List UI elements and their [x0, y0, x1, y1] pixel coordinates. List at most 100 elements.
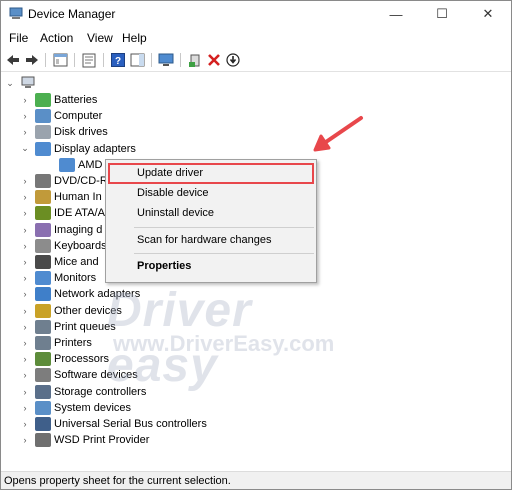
tree-item-label: Monitors — [54, 272, 97, 285]
tree-item[interactable]: › IDE ATA/A — [19, 205, 105, 221]
show-hide-tree-button[interactable] — [51, 51, 69, 69]
svg-text:?: ? — [115, 56, 121, 67]
tree-item[interactable]: › Disk drives — [19, 124, 108, 140]
chevron-right-icon[interactable]: › — [19, 335, 31, 351]
tree-item[interactable]: › Printers — [19, 335, 92, 351]
disable-button[interactable] — [224, 51, 242, 69]
help-button[interactable]: ? — [109, 51, 127, 69]
device-category-icon — [35, 255, 51, 269]
toolbar: ? — [1, 48, 511, 72]
device-category-icon — [35, 400, 51, 415]
ctx-separator — [134, 227, 314, 228]
menu-file[interactable]: File — [9, 31, 28, 45]
menu-help[interactable]: Help — [122, 31, 147, 45]
menu-bar: File Action View Help — [1, 28, 511, 48]
tree-item-label: Batteries — [54, 94, 98, 106]
chevron-right-icon[interactable]: › — [19, 108, 31, 124]
ctx-uninstall-device[interactable]: Uninstall device — [137, 207, 214, 219]
tree-item[interactable]: › Keyboards — [19, 238, 107, 254]
tree-item[interactable]: › Network adapters — [19, 286, 140, 302]
back-icon — [7, 55, 19, 65]
close-button[interactable]: ✕ — [465, 1, 511, 27]
tree-item[interactable]: › DVD/CD-R — [19, 173, 108, 189]
menu-action[interactable]: Action — [40, 31, 73, 45]
tree-item-label: Universal Serial Bus controllers — [54, 418, 207, 430]
chevron-down-icon[interactable]: ⌄ — [4, 75, 16, 91]
tree-root[interactable]: ⌄ — [4, 75, 36, 91]
tree-item[interactable]: › Mice and — [19, 254, 99, 270]
tree-item[interactable]: › Print queues — [19, 319, 116, 335]
chevron-right-icon[interactable]: › — [19, 367, 31, 383]
chevron-right-icon[interactable]: › — [19, 238, 31, 254]
uninstall-button[interactable] — [205, 51, 223, 69]
monitor-icon — [158, 53, 174, 66]
maximize-button[interactable]: ☐ — [419, 1, 465, 27]
scan-monitor-button[interactable] — [157, 51, 175, 69]
tree-item[interactable]: › Other devices — [19, 303, 122, 319]
window-title: Device Manager — [28, 7, 116, 21]
properties-button[interactable] — [80, 51, 98, 69]
tree-item[interactable]: › Universal Serial Bus controllers — [19, 416, 207, 432]
tree-item-label: Network adapters — [54, 288, 141, 301]
ctx-scan-hardware[interactable]: Scan for hardware changes — [137, 234, 272, 246]
chevron-right-icon[interactable]: › — [19, 384, 31, 400]
chevron-right-icon[interactable]: › — [19, 270, 31, 286]
tree-item-label: Software devices — [54, 369, 138, 382]
chevron-right-icon[interactable]: › — [19, 254, 31, 270]
chevron-right-icon[interactable]: › — [19, 432, 31, 448]
ctx-properties[interactable]: Properties — [137, 260, 191, 272]
chevron-right-icon[interactable]: › — [19, 205, 31, 221]
update-driver-button[interactable] — [186, 51, 204, 69]
help-icon: ? — [111, 53, 125, 67]
tree-item[interactable]: › Imaging d — [19, 222, 102, 238]
device-category-icon — [35, 303, 51, 318]
tree-item[interactable]: › Software devices — [19, 367, 138, 383]
chevron-right-icon[interactable]: › — [19, 124, 31, 140]
device-category-icon — [35, 222, 51, 237]
tree-item[interactable]: › Computer — [19, 108, 102, 124]
action-pane-icon — [130, 53, 144, 67]
tree-item-label: Computer — [54, 110, 103, 123]
menu-view[interactable]: View — [87, 31, 113, 45]
tree-item-label: IDE ATA/A — [54, 207, 105, 220]
minimize-button[interactable]: — — [373, 1, 419, 27]
tree-item[interactable]: › Human In — [19, 189, 102, 205]
tree-item-label: Human In — [54, 191, 102, 204]
tree-item[interactable]: › Batteries — [19, 92, 97, 108]
tree-item-label: Processors — [54, 353, 110, 366]
forward-button[interactable] — [23, 51, 41, 69]
device-category-icon — [35, 319, 51, 334]
tree-item[interactable]: AMD — [43, 157, 102, 173]
tree-item[interactable]: › System devices — [19, 400, 131, 416]
chevron-right-icon[interactable]: › — [19, 173, 31, 189]
tree-item[interactable]: ⌄ Display adapters — [19, 141, 136, 157]
action-pane-button[interactable] — [128, 51, 146, 69]
device-category-icon — [35, 352, 51, 367]
tree-item-label: Display adapters — [54, 142, 136, 155]
back-button[interactable] — [4, 51, 22, 69]
device-manager-icon — [9, 7, 23, 19]
minimize-icon: — — [389, 6, 403, 22]
chevron-right-icon[interactable]: › — [19, 222, 31, 238]
chevron-right-icon[interactable]: › — [19, 319, 31, 335]
tree-item[interactable]: › Processors — [19, 351, 109, 367]
device-category-icon — [35, 287, 51, 302]
ctx-disable-device[interactable]: Disable device — [137, 187, 209, 199]
device-category-icon — [35, 271, 51, 286]
device-category-icon — [35, 93, 51, 107]
tree-item[interactable]: › Monitors — [19, 270, 96, 286]
chevron-right-icon[interactable]: › — [19, 286, 31, 302]
forward-icon — [26, 55, 38, 65]
status-text: Opens property sheet for the current sel… — [4, 475, 231, 487]
chevron-right-icon[interactable]: › — [19, 92, 31, 108]
ctx-update-driver[interactable]: Update driver — [137, 167, 203, 179]
context-menu: Update driver Disable device Uninstall d… — [105, 159, 317, 283]
tree-item[interactable]: › Storage controllers — [19, 384, 146, 400]
chevron-right-icon[interactable]: › — [19, 303, 31, 319]
chevron-right-icon[interactable]: › — [19, 189, 31, 205]
chevron-right-icon[interactable]: › — [19, 400, 31, 416]
tree-item[interactable]: › WSD Print Provider — [19, 432, 149, 448]
chevron-right-icon[interactable]: › — [19, 351, 31, 367]
chevron-down-icon[interactable]: ⌄ — [19, 141, 31, 157]
chevron-right-icon[interactable]: › — [19, 416, 31, 432]
